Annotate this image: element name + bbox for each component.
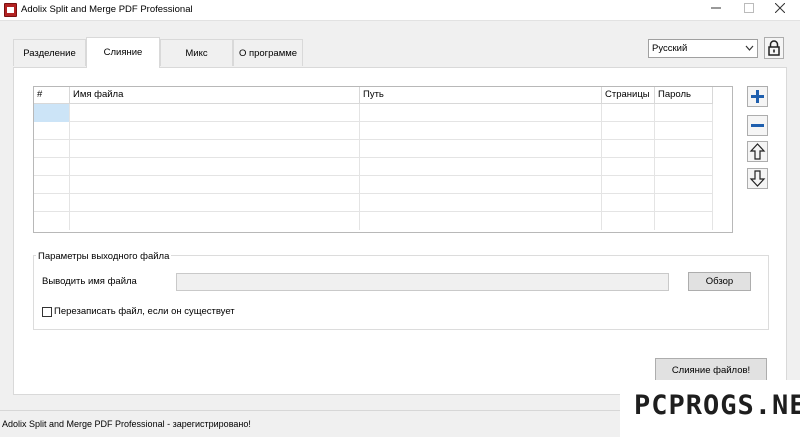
output-settings-title: Параметры выходного файла xyxy=(36,251,172,262)
tab-about[interactable]: О программе xyxy=(233,39,303,66)
table-cell[interactable] xyxy=(602,140,655,158)
arrow-down-icon xyxy=(749,170,766,187)
table-cell[interactable] xyxy=(602,104,655,122)
minimize-icon[interactable] xyxy=(701,0,731,20)
table-row[interactable] xyxy=(34,122,713,140)
plus-icon xyxy=(751,90,764,103)
browse-button[interactable]: Обзор xyxy=(688,272,751,291)
table-cell[interactable] xyxy=(360,176,602,194)
table-cell[interactable] xyxy=(70,176,360,194)
table-row[interactable] xyxy=(34,212,713,230)
column-header-path[interactable]: Путь xyxy=(360,87,602,104)
tab-mix[interactable]: Микс xyxy=(160,39,233,66)
table-cell[interactable] xyxy=(655,194,713,212)
column-header-password[interactable]: Пароль xyxy=(655,87,713,104)
column-header-pages[interactable]: Страницы xyxy=(602,87,655,104)
table-cell[interactable] xyxy=(70,122,360,140)
arrow-up-icon xyxy=(749,143,766,160)
table-cell-selected[interactable] xyxy=(34,104,70,122)
column-header-number[interactable]: # xyxy=(34,87,70,104)
table-cell[interactable] xyxy=(655,104,713,122)
table-cell[interactable] xyxy=(34,158,70,176)
lock-button[interactable] xyxy=(764,37,784,59)
move-up-button[interactable] xyxy=(747,141,768,162)
move-down-button[interactable] xyxy=(747,168,768,189)
table-cell[interactable] xyxy=(34,122,70,140)
app-pdf-icon xyxy=(4,3,17,17)
watermark: PCPROGS.NET xyxy=(620,380,800,437)
table-cell[interactable] xyxy=(655,140,713,158)
status-text: Adolix Split and Merge PDF Professional … xyxy=(2,419,251,429)
table-cell[interactable] xyxy=(360,122,602,140)
output-filename-field[interactable] xyxy=(176,273,669,291)
table-cell[interactable] xyxy=(34,140,70,158)
table-row[interactable] xyxy=(34,140,713,158)
table-cell[interactable] xyxy=(602,212,655,230)
lock-icon xyxy=(768,40,780,56)
table-cell[interactable] xyxy=(655,212,713,230)
table-cell[interactable] xyxy=(70,158,360,176)
file-table[interactable]: # Имя файла Путь Страницы Пароль xyxy=(33,86,733,233)
overwrite-label[interactable]: Перезаписать файл, если он существует xyxy=(54,306,235,317)
output-settings-group xyxy=(33,255,769,330)
language-value: Русский xyxy=(652,43,688,54)
chevron-down-icon xyxy=(745,40,754,63)
table-cell[interactable] xyxy=(602,158,655,176)
add-file-button[interactable] xyxy=(747,86,768,107)
column-header-filename[interactable]: Имя файла xyxy=(70,87,360,104)
table-cell[interactable] xyxy=(70,104,360,122)
table-cell[interactable] xyxy=(34,194,70,212)
table-row[interactable] xyxy=(34,104,713,122)
table-cell[interactable] xyxy=(360,158,602,176)
table-cell[interactable] xyxy=(360,212,602,230)
table-cell[interactable] xyxy=(70,140,360,158)
table-cell[interactable] xyxy=(34,176,70,194)
table-cell[interactable] xyxy=(360,104,602,122)
table-cell[interactable] xyxy=(602,194,655,212)
table-cell[interactable] xyxy=(34,212,70,230)
table-cell[interactable] xyxy=(360,140,602,158)
close-icon[interactable] xyxy=(765,0,795,20)
minus-icon xyxy=(751,124,764,127)
window-title: Adolix Split and Merge PDF Professional xyxy=(21,4,193,15)
output-filename-label: Выводить имя файла xyxy=(42,276,137,287)
table-cell[interactable] xyxy=(70,212,360,230)
watermark-text: PCPROGS.NET xyxy=(634,390,800,421)
table-cell[interactable] xyxy=(602,122,655,140)
table-cell[interactable] xyxy=(602,176,655,194)
table-cell[interactable] xyxy=(70,194,360,212)
table-row[interactable] xyxy=(34,158,713,176)
table-cell[interactable] xyxy=(655,122,713,140)
overwrite-checkbox[interactable] xyxy=(42,307,52,317)
table-row[interactable] xyxy=(34,194,713,212)
title-bar: Adolix Split and Merge PDF Professional xyxy=(0,0,800,20)
table-row[interactable] xyxy=(34,176,713,194)
language-select[interactable]: Русский xyxy=(648,39,758,58)
table-cell[interactable] xyxy=(360,194,602,212)
remove-file-button[interactable] xyxy=(747,115,768,136)
table-cell[interactable] xyxy=(655,158,713,176)
table-cell[interactable] xyxy=(655,176,713,194)
tab-split[interactable]: Разделение xyxy=(13,39,86,66)
maximize-icon[interactable] xyxy=(734,0,764,20)
tab-merge[interactable]: Слияние xyxy=(86,37,160,68)
